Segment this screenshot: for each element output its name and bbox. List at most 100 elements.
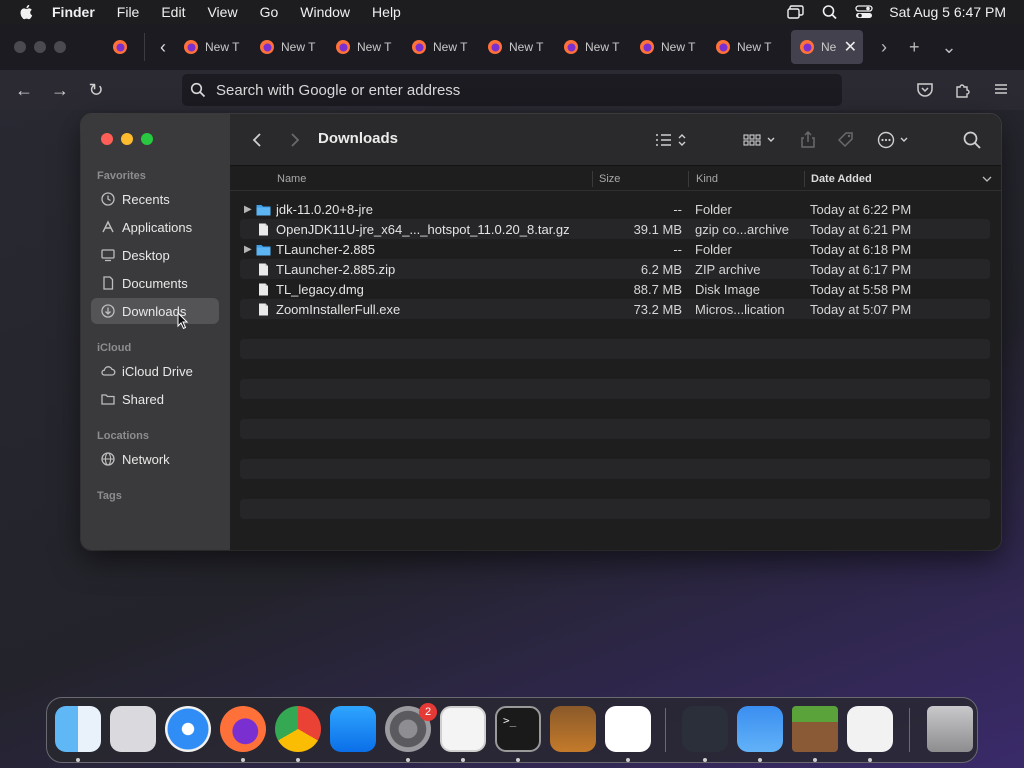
browser-tab[interactable]: New T: [259, 30, 323, 64]
pinned-tab-firefox-icon[interactable]: [112, 39, 128, 55]
file-row[interactable]: ▶ TLauncher-2.885 -- Folder Today at 6:18 PM: [240, 239, 990, 259]
browser-tab[interactable]: New T: [715, 30, 779, 64]
minecraft-icon[interactable]: [792, 706, 838, 752]
sidebar-item-applications[interactable]: Applications: [91, 214, 219, 240]
column-divider[interactable]: [804, 171, 805, 187]
file-row[interactable]: TLauncher-2.885.zip 6.2 MB ZIP archive Toda…: [240, 259, 990, 279]
share-icon[interactable]: [798, 130, 818, 150]
file-row[interactable]: OpenJDK11U-jre_x64_..._hotspot_11.0.20_8…: [240, 219, 990, 239]
browser-minimize-dot[interactable]: [34, 41, 46, 53]
browser-tab[interactable]: New T: [563, 30, 627, 64]
vscode-icon[interactable]: [605, 706, 651, 752]
launchpad-icon[interactable]: [110, 706, 156, 752]
file-name: ZoomInstallerFull.exe: [276, 301, 401, 317]
file-kind: ZIP archive: [695, 261, 761, 277]
file-row[interactable]: TL_legacy.dmg 88.7 MB Disk Image Today at 5…: [240, 279, 990, 299]
menubar-clock[interactable]: Sat Aug 5 6:47 PM: [889, 4, 1006, 20]
browser-close-dot[interactable]: [14, 41, 26, 53]
trash-icon[interactable]: [927, 706, 973, 752]
menu-window[interactable]: Window: [300, 4, 350, 20]
column-divider[interactable]: [592, 171, 593, 187]
disclosure-triangle-icon[interactable]: ▶: [244, 204, 254, 215]
tabs-scroll-left-icon[interactable]: ‹: [155, 38, 171, 56]
textedit-icon[interactable]: [440, 706, 486, 752]
menu-edit[interactable]: Edit: [161, 4, 185, 20]
forward-arrow-icon[interactable]: →: [50, 80, 70, 100]
garageband-icon[interactable]: [550, 706, 596, 752]
davinci-resolve-icon[interactable]: [682, 706, 728, 752]
sidebar-item-downloads[interactable]: Downloads: [91, 298, 219, 324]
file-name: OpenJDK11U-jre_x64_..._hotspot_11.0.20_8…: [276, 221, 570, 237]
list-view-icon[interactable]: [652, 130, 690, 150]
safari-icon[interactable]: [165, 706, 211, 752]
running-indicator: [626, 758, 630, 762]
column-divider[interactable]: [688, 171, 689, 187]
menu-go[interactable]: Go: [260, 4, 279, 20]
address-bar[interactable]: Search with Google or enter address: [182, 74, 842, 106]
menu-app-name[interactable]: Finder: [52, 4, 95, 20]
file-row[interactable]: ▶ jdk-11.0.20+8-jre -- Folder Today at 6:22 …: [240, 199, 990, 219]
browser-tab[interactable]: New T: [639, 30, 703, 64]
firefox-icon: [412, 40, 426, 54]
app-store-icon[interactable]: [330, 706, 376, 752]
screen-mirroring-icon[interactable]: [787, 4, 805, 20]
browser-window-controls[interactable]: [14, 41, 66, 53]
list-all-tabs-icon[interactable]: ⌄: [942, 37, 957, 58]
forward-chevron-icon[interactable]: [284, 130, 304, 150]
hamburger-menu-icon[interactable]: [992, 80, 1010, 98]
browser-zoom-dot[interactable]: [54, 41, 66, 53]
new-tab-icon[interactable]: +: [909, 37, 920, 58]
more-actions-icon[interactable]: [876, 130, 914, 150]
finder-icon[interactable]: [55, 706, 101, 752]
browser-tab[interactable]: New T: [183, 30, 247, 64]
search-icon[interactable]: [962, 130, 982, 150]
sidebar-item-network[interactable]: Network: [91, 446, 219, 472]
back-arrow-icon[interactable]: ←: [14, 80, 34, 100]
close-window-button[interactable]: [101, 133, 113, 145]
sidebar-item-icloud-drive[interactable]: iCloud Drive: [91, 358, 219, 384]
chrome-icon[interactable]: [275, 706, 321, 752]
sidebar-item-documents[interactable]: Documents: [91, 270, 219, 296]
weather-icon[interactable]: [737, 706, 783, 752]
column-size[interactable]: Size: [599, 173, 620, 185]
browser-tab-active[interactable]: Ne ✕: [791, 30, 863, 64]
disclosure-triangle-icon[interactable]: ▶: [244, 244, 254, 255]
column-kind[interactable]: Kind: [696, 173, 718, 185]
apple-logo-icon[interactable]: [18, 3, 36, 21]
back-chevron-icon[interactable]: [248, 130, 268, 150]
minimize-window-button[interactable]: [121, 133, 133, 145]
close-tab-icon[interactable]: ✕: [844, 37, 857, 57]
browser-tab[interactable]: New T: [411, 30, 475, 64]
tag-icon[interactable]: [836, 130, 856, 150]
group-view-icon[interactable]: [742, 130, 780, 150]
running-indicator: [703, 758, 707, 762]
reload-icon[interactable]: ↻: [86, 80, 106, 100]
browser-tab[interactable]: New T: [335, 30, 399, 64]
column-name[interactable]: Name: [277, 173, 306, 185]
pocket-icon[interactable]: [916, 80, 934, 98]
browser-tab[interactable]: New T: [487, 30, 551, 64]
terminal-icon[interactable]: >_: [495, 706, 541, 752]
control-center-icon[interactable]: [855, 4, 873, 20]
java-icon[interactable]: [847, 706, 893, 752]
tab-label: New T: [585, 40, 620, 54]
menu-help[interactable]: Help: [372, 4, 401, 20]
menu-file[interactable]: File: [117, 4, 140, 20]
file-row[interactable]: ZoomInstallerFull.exe 73.2 MB Micros...lic…: [240, 299, 990, 319]
file-size: --: [673, 201, 682, 217]
column-date-added[interactable]: Date Added: [811, 173, 872, 185]
file-size: 73.2 MB: [633, 301, 682, 317]
sidebar-item-shared[interactable]: Shared: [91, 386, 219, 412]
extensions-puzzle-icon[interactable]: [954, 80, 972, 98]
spotlight-search-icon[interactable]: [821, 4, 839, 20]
firefox-icon[interactable]: [220, 706, 266, 752]
sort-descending-chevron-icon[interactable]: [982, 175, 992, 183]
running-indicator: [758, 758, 762, 762]
zoom-window-button[interactable]: [141, 133, 153, 145]
sidebar-item-recents[interactable]: Recents: [91, 186, 219, 212]
tabs-scroll-right-icon[interactable]: ›: [881, 37, 887, 58]
locations-heading: Locations: [97, 430, 149, 442]
sidebar-item-desktop[interactable]: Desktop: [91, 242, 219, 268]
folder-icon: [256, 244, 271, 255]
menu-view[interactable]: View: [207, 4, 237, 20]
